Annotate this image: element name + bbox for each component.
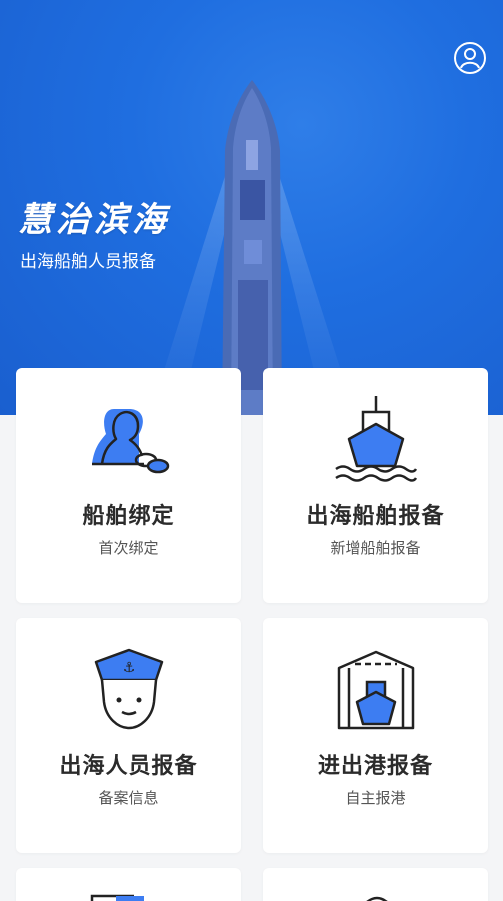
app-subtitle: 出海船舶人员报备 [20,252,156,272]
card-title: 出海人员报备 [59,754,198,779]
card-ship-binding[interactable]: 船舶绑定 首次绑定 [16,368,241,603]
card-subtitle: 备案信息 [98,789,159,807]
hero-banner: 慧治滨海 出海船舶人员报备 [0,0,503,415]
document-icon [90,894,144,901]
card-partial-left[interactable] [16,868,241,901]
card-subtitle: 首次绑定 [98,539,159,557]
card-ship-report[interactable]: 出海船舶报备 新增船舶报备 [263,368,488,603]
card-subtitle: 新增船舶报备 [330,539,421,557]
card-title: 船舶绑定 [82,504,175,529]
svg-text:⚓: ⚓ [122,660,135,676]
card-title: 出海船舶报备 [306,504,445,529]
app-title: 慧治滨海 [18,200,170,240]
card-title: 进出港报备 [317,754,433,779]
card-crew-report[interactable]: ⚓ 出海人员报备 备案信息 [16,618,241,853]
card-port-report[interactable]: 进出港报备 自主报港 [263,618,488,853]
card-partial-right[interactable] [263,868,488,901]
sailor-icon: ⚓ [94,648,163,730]
ship-icon [334,396,417,482]
harbor-icon [337,650,414,730]
profile-icon[interactable] [453,41,487,75]
person-link-icon [91,409,169,474]
card-subtitle: 自主报港 [345,789,406,807]
curve-icon [366,896,388,901]
